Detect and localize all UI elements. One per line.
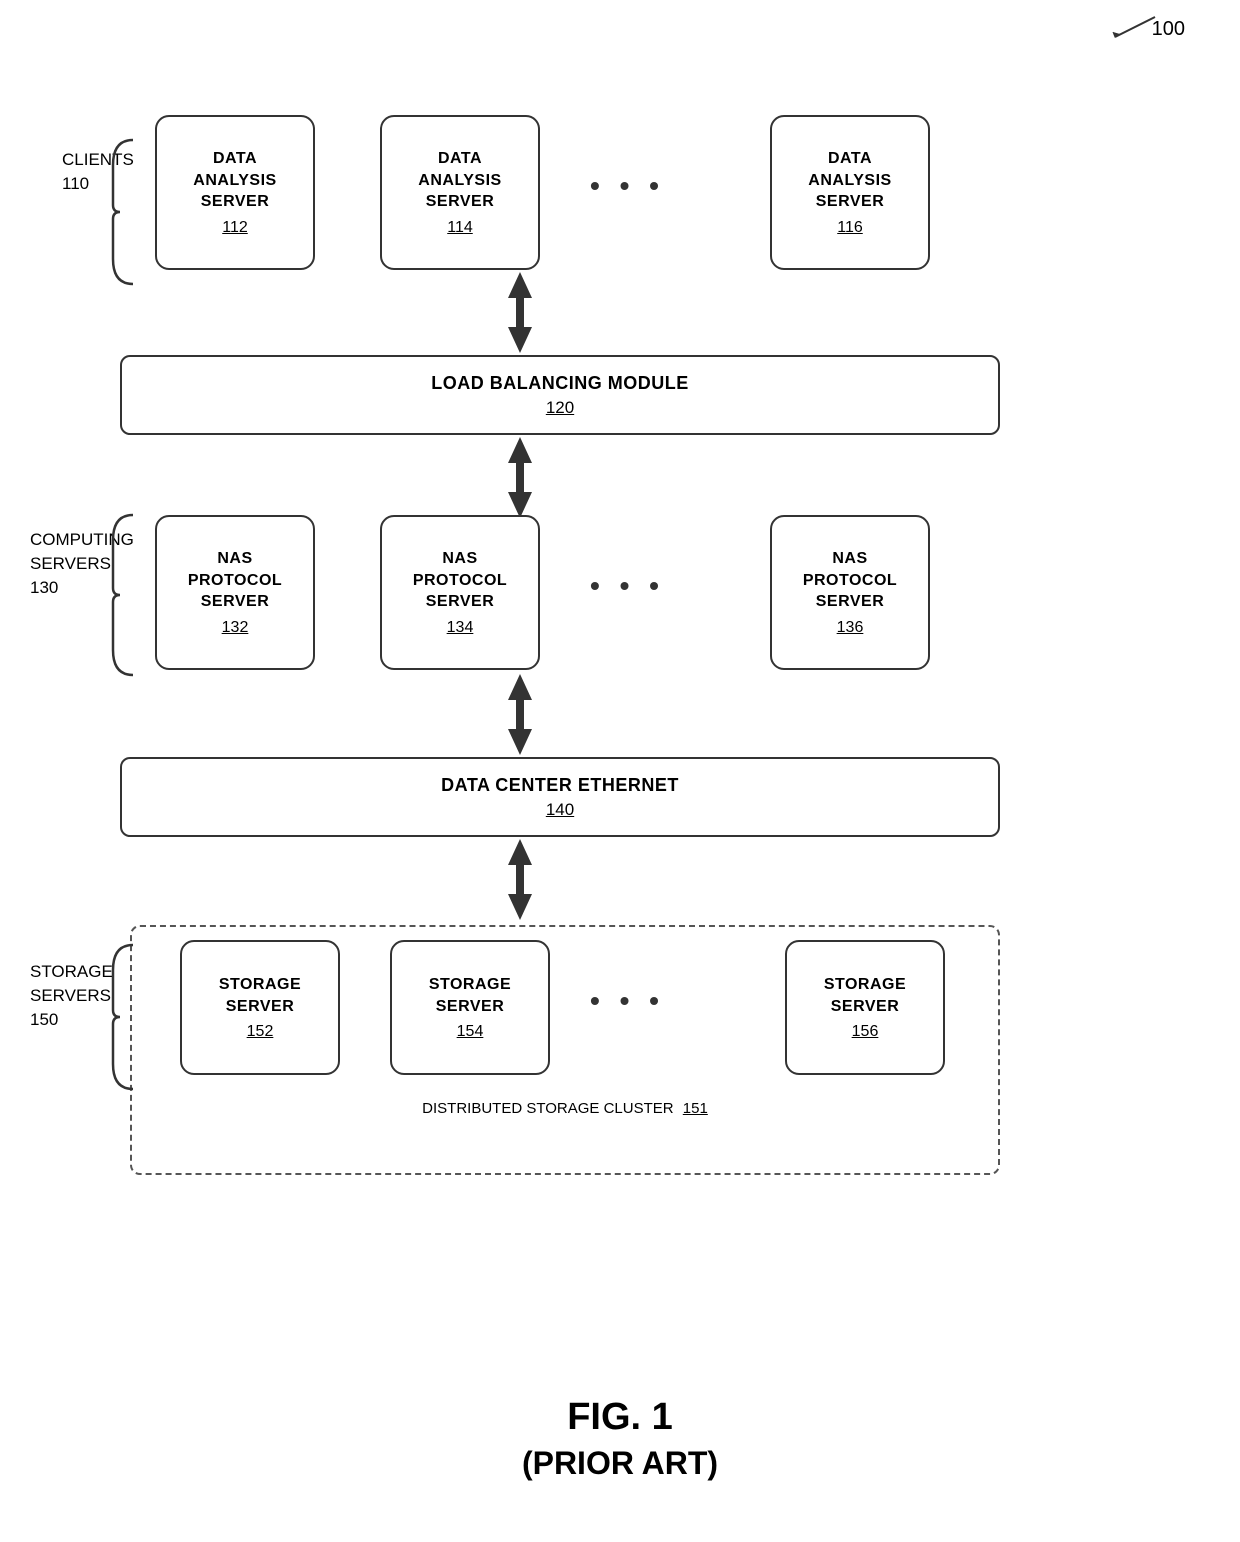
storage-server-154-id: 154 — [457, 1023, 484, 1041]
computing-server-136: NASPROTOCOLSERVER 136 — [770, 515, 930, 670]
lb-id: 120 — [546, 398, 574, 418]
fig-number: FIG. 1 — [0, 1396, 1240, 1439]
storage-server-152-label: STORAGESERVER — [219, 974, 301, 1017]
computing-server-132-id: 132 — [222, 619, 249, 637]
clients-dots: • • • — [590, 170, 665, 202]
storage-cluster-label: DISTRIBUTED STORAGE CLUSTER 151 — [130, 1100, 1000, 1117]
arrow-lb-to-computing — [490, 435, 550, 520]
storage-brace — [108, 940, 138, 1095]
client-server-114: DATAANALYSISSERVER 114 — [380, 115, 540, 270]
computing-server-134: NASPROTOCOLSERVER 134 — [380, 515, 540, 670]
storage-dots: • • • — [590, 985, 665, 1017]
computing-server-132-label: NASPROTOCOLSERVER — [188, 548, 282, 613]
dce-label: DATA CENTER ETHERNET — [441, 775, 679, 796]
client-server-114-label: DATAANALYSISSERVER — [418, 148, 501, 213]
clients-brace — [108, 135, 138, 290]
storage-label: STORAGE SERVERS 150 — [30, 960, 113, 1031]
storage-server-156: STORAGESERVER 156 — [785, 940, 945, 1075]
client-server-112-label: DATAANALYSISSERVER — [193, 148, 276, 213]
storage-server-154: STORAGESERVER 154 — [390, 940, 550, 1075]
storage-server-152: STORAGESERVER 152 — [180, 940, 340, 1075]
storage-server-154-label: STORAGESERVER — [429, 974, 511, 1017]
diagram-container: 100 CLIENTS 110 DATAANALYSISSERVER 112 D… — [0, 0, 1240, 1542]
client-server-116: DATAANALYSISSERVER 116 — [770, 115, 930, 270]
load-balancing-module: LOAD BALANCING MODULE 120 — [120, 355, 1000, 435]
dce-id: 140 — [546, 800, 574, 820]
fig-ref-arrow — [1105, 12, 1165, 42]
computing-brace — [108, 510, 138, 680]
computing-server-136-label: NASPROTOCOLSERVER — [803, 548, 897, 613]
computing-dots: • • • — [590, 570, 665, 602]
storage-server-152-id: 152 — [247, 1023, 274, 1041]
client-server-116-label: DATAANALYSISSERVER — [808, 148, 891, 213]
client-server-112-id: 112 — [222, 219, 248, 237]
computing-server-136-id: 136 — [837, 619, 864, 637]
client-server-116-id: 116 — [837, 219, 863, 237]
storage-cluster-id: 151 — [683, 1100, 708, 1117]
data-center-ethernet: DATA CENTER ETHERNET 140 — [120, 757, 1000, 837]
arrow-computing-to-dce — [490, 672, 550, 757]
computing-server-132: NASPROTOCOLSERVER 132 — [155, 515, 315, 670]
arrow-clients-to-lb — [490, 270, 550, 355]
storage-server-156-label: STORAGESERVER — [824, 974, 906, 1017]
arrow-dce-to-storage — [490, 837, 550, 922]
client-server-114-id: 114 — [447, 219, 473, 237]
lb-label: LOAD BALANCING MODULE — [431, 373, 688, 394]
figure-caption: FIG. 1 (PRIOR ART) — [0, 1396, 1240, 1482]
computing-server-134-label: NASPROTOCOLSERVER — [413, 548, 507, 613]
client-server-112: DATAANALYSISSERVER 112 — [155, 115, 315, 270]
storage-server-156-id: 156 — [852, 1023, 879, 1041]
fig-sub: (PRIOR ART) — [0, 1445, 1240, 1482]
computing-server-134-id: 134 — [447, 619, 474, 637]
